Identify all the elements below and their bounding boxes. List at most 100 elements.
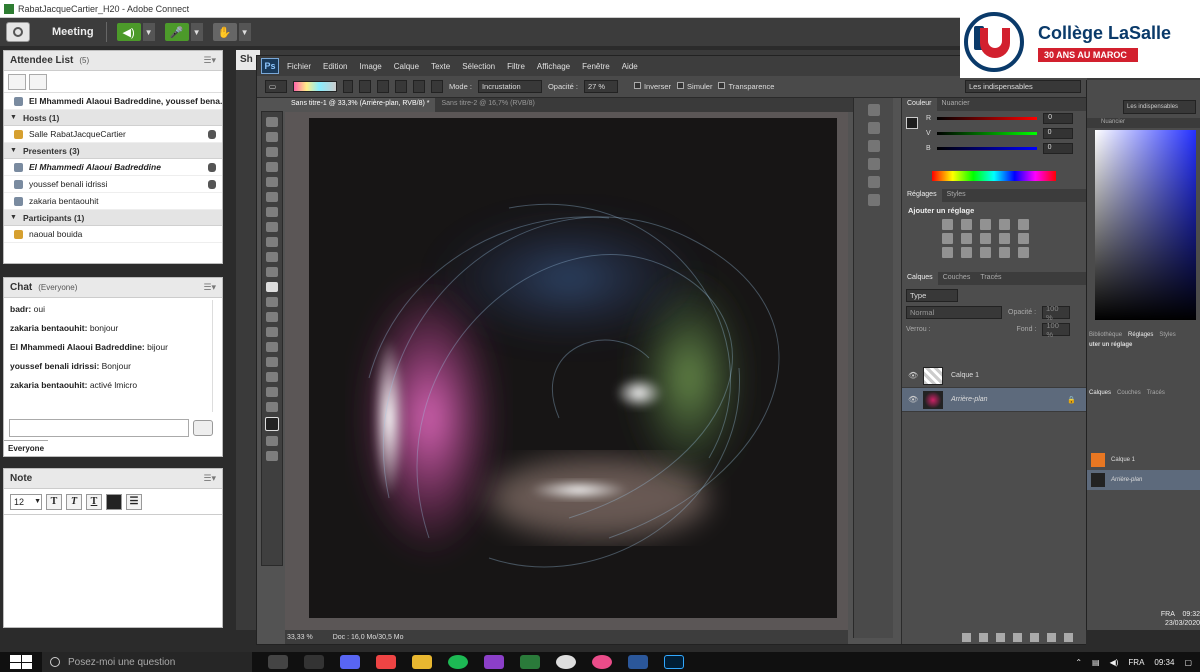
hand-tool-icon[interactable] [266,387,278,397]
file-explorer-icon[interactable] [412,655,432,669]
gradient-picker[interactable] [293,81,337,92]
font-size-select[interactable]: 12 ▼ [10,493,42,510]
checkbox-checked-icon[interactable] [677,82,685,89]
network-icon[interactable]: ▤ [1092,658,1100,667]
red-value[interactable]: 0 [1043,113,1074,124]
black-white-icon[interactable] [980,233,991,244]
microphone-control[interactable]: 🎤 ▼ [164,22,203,42]
document-canvas[interactable] [309,118,837,618]
group-icon[interactable] [1030,633,1039,642]
tab-reglages[interactable]: Réglages [902,189,942,202]
color-balance-icon[interactable] [961,233,972,244]
gradient-tool-icon[interactable] [266,282,278,292]
list-view-icon[interactable] [8,73,26,90]
layer-row[interactable]: 👁 Arrière-plan 🔒 [902,388,1086,412]
volume-icon[interactable]: ◀) [1110,658,1119,667]
hue-sat-icon[interactable] [942,233,953,244]
simulate-checkbox[interactable]: Simuler [677,82,712,91]
layer-filter-select[interactable]: Type [906,289,958,302]
chevron-up-icon[interactable]: ⌃ [1075,658,1082,667]
pod-menu-icon[interactable]: ☰▾ [203,282,216,293]
chevron-down-icon[interactable]: ▼ [190,23,203,41]
crop-tool-icon[interactable] [266,177,278,187]
foreground-color-swatch[interactable] [265,417,279,431]
eyedropper-tool-icon[interactable] [266,192,278,202]
quick-mask-icon[interactable] [266,436,278,446]
invert-icon[interactable] [942,247,953,258]
ps-menu-fenetre[interactable]: Fenêtre [582,62,610,71]
properties-panel-icon[interactable] [867,122,880,134]
gradient-map-icon[interactable] [999,247,1010,258]
chat-tab-everyone[interactable]: Everyone [4,440,48,456]
microphone-icon[interactable]: 🎤 [164,23,189,41]
chevron-down-icon[interactable]: ▼ [238,23,251,41]
connect-status-button[interactable] [6,22,30,42]
eye-icon[interactable]: 👁 [908,371,918,380]
selective-color-icon[interactable] [1018,247,1029,258]
curves-icon[interactable] [980,219,991,230]
collapse-triangle-icon[interactable]: ▼ [10,114,17,121]
ps-menu-filtre[interactable]: Filtre [507,62,525,71]
invert-checkbox[interactable]: Inverser [633,82,671,91]
taskbar-search[interactable]: Posez-moi une question [42,652,252,672]
italic-icon[interactable]: T [66,493,82,510]
clone-source-icon[interactable] [867,158,880,170]
color-spectrum[interactable] [932,171,1056,181]
discord-icon[interactable] [340,655,360,669]
channel-mixer-icon[interactable] [1018,233,1029,244]
attendee-row[interactable]: Salle RabatJacqueCartier [4,126,222,143]
exposure-icon[interactable] [999,219,1010,230]
brush-tool-icon[interactable] [266,222,278,232]
move-tool-icon[interactable] [266,117,278,127]
brightness-icon[interactable] [942,219,953,230]
chevron-down-icon[interactable]: ▼ [34,498,41,505]
pen-tool-icon[interactable] [266,327,278,337]
xbox-icon[interactable] [520,655,540,669]
attendee-row[interactable]: El Mhammedi Alaoui Badreddine [4,159,222,176]
layer-row[interactable]: 👁 Calque 1 [902,364,1086,388]
link-layers-icon[interactable] [962,633,971,642]
itunes-icon[interactable] [592,655,612,669]
brush-panel-icon[interactable] [867,140,880,152]
ps-menu-edition[interactable]: Edition [323,62,347,71]
fill-input[interactable]: 100 % [1042,321,1071,339]
bold-icon[interactable]: T [46,493,62,510]
chat-input[interactable] [9,419,189,437]
tab-traces[interactable]: Tracés [975,272,1006,285]
obs-icon[interactable] [556,655,576,669]
eraser-tool-icon[interactable] [266,267,278,277]
angle-gradient-icon[interactable] [395,80,407,93]
blue-value[interactable]: 0 [1042,143,1073,154]
tab-couleur[interactable]: Couleur [902,98,937,111]
type-tool-icon[interactable] [266,342,278,352]
quick-select-tool-icon[interactable] [266,162,278,172]
shape-tool-icon[interactable] [266,372,278,382]
opacity-input[interactable]: 27 % [583,80,618,93]
ps-menu-selection[interactable]: Sélection [462,62,495,71]
eye-icon[interactable]: 👁 [908,395,918,404]
layer-style-icon[interactable] [979,633,988,642]
levels-icon[interactable] [961,219,972,230]
tab-nuancier[interactable]: Nuancier [937,98,975,111]
red-slider[interactable] [937,117,1038,120]
photo-filter-icon[interactable] [999,233,1010,244]
adjustment-layer-icon[interactable] [1013,633,1022,642]
tab-styles[interactable]: Styles [942,189,971,202]
tab-couches[interactable]: Couches [938,272,976,285]
layer-blend-select[interactable]: Normal [906,306,1002,319]
send-message-icon[interactable] [193,420,213,436]
posterize-icon[interactable] [961,247,972,258]
character-panel-icon[interactable] [867,176,880,188]
marquee-tool-icon[interactable] [266,132,278,142]
collapse-triangle-icon[interactable]: ▼ [10,147,17,154]
vibrance-icon[interactable] [1018,219,1029,230]
notification-icon[interactable]: ▢ [1184,658,1192,667]
threshold-icon[interactable] [980,247,991,258]
ps-menu-affichage[interactable]: Affichage [537,62,570,71]
checkbox-icon[interactable] [633,82,641,89]
dodge-tool-icon[interactable] [266,312,278,322]
blur-tool-icon[interactable] [266,297,278,307]
speaker-icon[interactable]: ◀) [116,23,141,41]
task-view-icon[interactable] [268,655,288,669]
attendee-row[interactable]: youssef benali idrissi [4,176,222,193]
